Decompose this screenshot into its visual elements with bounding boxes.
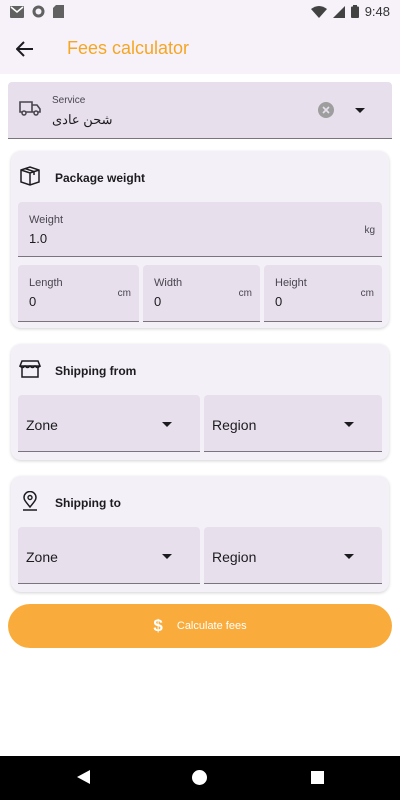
package-icon [20, 166, 40, 186]
weight-unit: kg [364, 225, 375, 236]
system-nav-bar [0, 756, 400, 800]
width-unit: cm [238, 288, 252, 299]
shipping-from-title: Shipping from [55, 364, 137, 378]
to-zone-dropdown[interactable]: Zone [18, 527, 200, 584]
chevron-down-icon [162, 554, 172, 559]
to-zone-text: Zone [26, 549, 58, 565]
nav-back-icon[interactable] [77, 770, 90, 784]
signal-icon [332, 5, 345, 18]
package-weight-card: Package weight Weight 1.0 kg Length 0 cm… [11, 151, 389, 328]
height-unit: cm [360, 288, 374, 299]
to-region-text: Region [212, 549, 257, 565]
width-field[interactable]: Width 0 cm [143, 265, 260, 322]
service-dropdown[interactable]: Service شحن عادى [8, 82, 392, 139]
chevron-down-icon [344, 422, 354, 427]
nav-home-icon[interactable] [192, 770, 207, 785]
shipping-to-title: Shipping to [55, 496, 121, 510]
calculate-fees-label: Calculate fees [176, 620, 247, 632]
gmail-icon [10, 5, 24, 18]
from-zone-text: Zone [26, 417, 58, 433]
height-value: 0 [275, 294, 283, 309]
height-label: Height [275, 277, 307, 289]
from-zone-dropdown[interactable]: Zone [18, 395, 200, 452]
width-label: Width [154, 277, 183, 289]
nav-recents-icon[interactable] [311, 771, 324, 784]
wifi-icon [310, 5, 327, 18]
weight-field[interactable]: Weight 1.0 kg [18, 202, 382, 257]
shipping-from-card: Shipping from Zone Region [11, 344, 389, 460]
arrow-back-icon [16, 41, 33, 57]
width-value: 0 [154, 294, 162, 309]
app-bar: Fees calculator [0, 24, 400, 74]
weight-value: 1.0 [29, 231, 48, 246]
status-time: 9:48 [364, 4, 390, 19]
sync-circle-icon [32, 5, 45, 18]
chevron-down-icon[interactable] [355, 108, 365, 113]
weight-label: Weight [29, 214, 64, 226]
truck-icon [19, 101, 41, 116]
chevron-down-icon [162, 422, 172, 427]
shipping-to-card: Shipping to Zone Region [11, 476, 389, 592]
height-field[interactable]: Height 0 cm [264, 265, 382, 322]
dollar-icon: $ [153, 616, 163, 635]
length-value: 0 [29, 294, 37, 309]
notification-icons [10, 5, 64, 18]
length-unit: cm [117, 288, 131, 299]
clear-icon[interactable] [318, 102, 334, 118]
from-region-text: Region [212, 417, 257, 433]
battery-icon [350, 5, 359, 18]
chevron-down-icon [344, 554, 354, 559]
package-weight-title: Package weight [55, 171, 146, 185]
calculate-fees-button[interactable]: $ Calculate fees [8, 604, 392, 648]
system-icons: 9:48 [310, 4, 390, 19]
page-title: Fees calculator [67, 38, 190, 58]
service-label: Service [52, 95, 86, 106]
from-region-dropdown[interactable]: Region [204, 395, 382, 452]
store-icon [19, 360, 41, 378]
to-region-dropdown[interactable]: Region [204, 527, 382, 584]
sd-card-icon [53, 5, 64, 18]
status-bar: 9:48 [0, 0, 400, 24]
service-value: شحن عادى [52, 112, 113, 127]
back-button[interactable] [10, 34, 40, 64]
location-pin-icon [23, 491, 37, 511]
length-label: Length [29, 277, 63, 289]
length-field[interactable]: Length 0 cm [18, 265, 139, 322]
